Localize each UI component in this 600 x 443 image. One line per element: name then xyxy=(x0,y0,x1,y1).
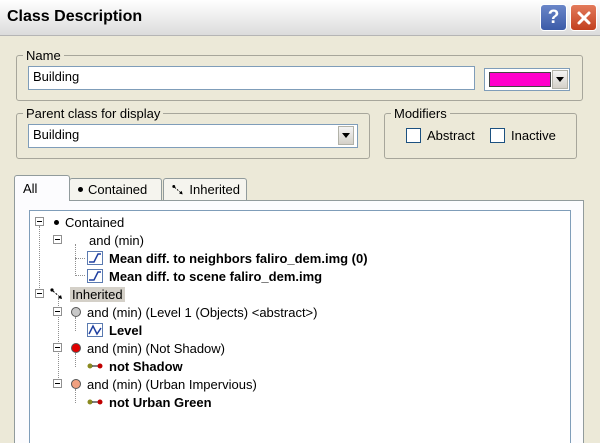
tree-node-label: Mean diff. to scene faliro_dem.img xyxy=(109,268,323,284)
inherit-arrow-icon xyxy=(172,184,183,194)
level-icon xyxy=(87,323,103,337)
tab-all-label: All xyxy=(23,181,38,196)
collapse-toggle[interactable] xyxy=(53,235,62,244)
chevron-down-icon xyxy=(342,133,350,138)
parent-class-value: Building xyxy=(33,127,80,142)
class-link-icon xyxy=(87,363,103,369)
parent-class-label: Parent class for display xyxy=(26,106,161,121)
tree-node-and-min[interactable]: and (min) xyxy=(89,231,144,249)
tree-node-label: Level xyxy=(109,322,143,338)
tree-node-label: and (min) xyxy=(89,232,144,248)
close-button[interactable] xyxy=(570,4,597,31)
inactive-checkbox[interactable] xyxy=(490,128,505,143)
tree-node-inherited[interactable]: Inherited xyxy=(50,285,125,303)
tab-contained[interactable]: Contained xyxy=(69,178,162,200)
tree-node-contained[interactable]: Contained xyxy=(54,213,124,231)
tab-inherited-label: Inherited xyxy=(189,182,240,197)
color-dropdown-button[interactable] xyxy=(552,70,568,89)
color-swatch xyxy=(489,72,551,87)
color-picker[interactable] xyxy=(484,68,570,91)
class-color-icon xyxy=(71,307,81,317)
feature-curve-icon xyxy=(87,251,103,265)
collapse-toggle[interactable] xyxy=(53,307,62,316)
close-icon xyxy=(577,11,590,24)
bullet-icon xyxy=(78,187,83,192)
tree-node-label: and (min) (Urban Impervious) xyxy=(87,376,257,392)
tree-node-label: and (min) (Level 1 (Objects) <abstract>) xyxy=(87,304,318,320)
tree-node-not-shadow-group[interactable]: and (min) (Not Shadow) xyxy=(71,339,225,357)
help-button[interactable]: ? xyxy=(540,4,567,31)
chevron-down-icon xyxy=(556,77,564,82)
tab-all[interactable]: All xyxy=(14,175,70,201)
bullet-icon xyxy=(54,219,59,225)
tree-node-label: Contained xyxy=(65,214,125,230)
abstract-checkbox[interactable] xyxy=(406,128,421,143)
help-icon: ? xyxy=(547,7,560,28)
inactive-label: Inactive xyxy=(511,128,556,143)
tree-node-not-shadow[interactable]: not Shadow xyxy=(87,357,183,375)
inherit-arrow-icon xyxy=(50,288,62,299)
modifiers-label: Modifiers xyxy=(394,106,447,121)
class-color-icon xyxy=(71,343,81,353)
collapse-toggle[interactable] xyxy=(53,379,62,388)
tab-inherited[interactable]: Inherited xyxy=(163,178,247,200)
tree-node-label: Inherited xyxy=(70,286,125,302)
class-color-icon xyxy=(71,379,81,389)
tree-node-feature[interactable]: Mean diff. to scene faliro_dem.img xyxy=(87,267,322,285)
class-link-icon xyxy=(87,399,103,405)
collapse-toggle[interactable] xyxy=(53,343,62,352)
feature-curve-icon xyxy=(87,269,103,283)
tab-contained-label: Contained xyxy=(88,182,148,197)
tree-line xyxy=(75,258,85,259)
tree-node-feature[interactable]: Mean diff. to neighbors faliro_dem.img (… xyxy=(87,249,368,267)
abstract-label: Abstract xyxy=(427,128,475,143)
tree-node-level[interactable]: Level xyxy=(87,321,142,339)
collapse-toggle[interactable] xyxy=(35,289,44,298)
parent-class-dropdown-button[interactable] xyxy=(338,126,354,145)
tree-node-label: not Shadow xyxy=(109,358,183,374)
name-input[interactable]: Building xyxy=(28,66,475,90)
parent-class-select[interactable]: Building xyxy=(28,124,358,148)
title-bar: Class Description ? xyxy=(0,0,600,36)
window-title: Class Description xyxy=(7,8,143,25)
tree-node-label: and (min) (Not Shadow) xyxy=(87,340,225,356)
tree-node-urban-group[interactable]: and (min) (Urban Impervious) xyxy=(71,375,257,393)
class-tree[interactable]: Contained and (min) Mean diff. to neighb… xyxy=(29,210,571,443)
collapse-toggle[interactable] xyxy=(35,217,44,226)
tree-line xyxy=(75,275,85,276)
tree-line xyxy=(39,226,40,294)
tree-node-level1-group[interactable]: and (min) (Level 1 (Objects) <abstract>) xyxy=(71,303,317,321)
tree-line xyxy=(75,244,76,276)
tree-node-not-urban-green[interactable]: not Urban Green xyxy=(87,393,212,411)
name-group-label: Name xyxy=(26,48,61,63)
tree-node-label: not Urban Green xyxy=(109,394,212,410)
tree-node-label: Mean diff. to neighbors faliro_dem.img (… xyxy=(109,250,368,266)
